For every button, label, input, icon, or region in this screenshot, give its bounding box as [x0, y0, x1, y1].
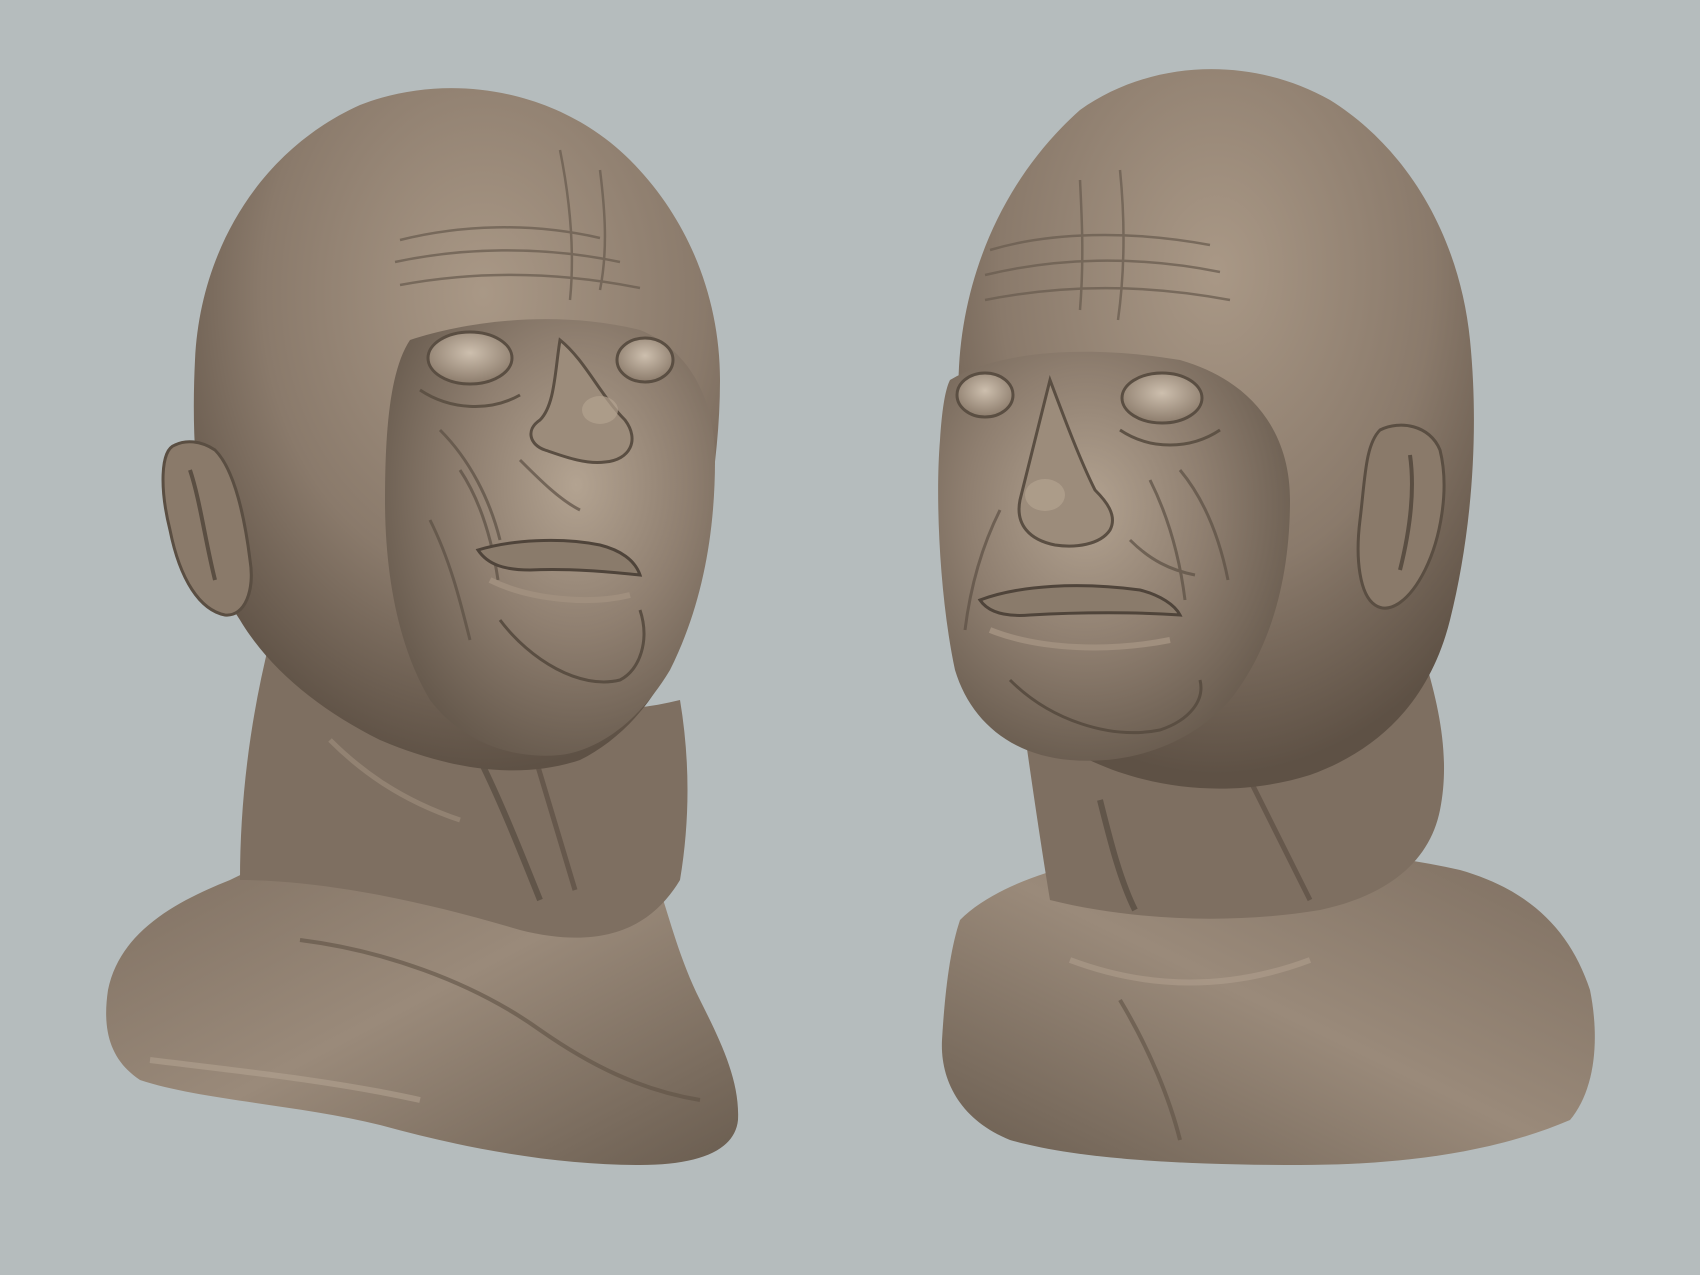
right-eye: [615, 336, 675, 384]
render-viewport: [0, 0, 1700, 1275]
clay-head-left-render: [106, 88, 739, 1165]
face-shape: [385, 319, 715, 756]
clay-head-right-render: [938, 69, 1595, 1165]
right-eye: [1120, 371, 1204, 425]
sculpt-view-left: [0, 0, 850, 1275]
sculpt-view-right: [850, 0, 1700, 1275]
nose-highlight: [1025, 479, 1065, 511]
left-eye: [426, 330, 514, 386]
nose-highlight: [582, 396, 618, 424]
left-eye: [955, 371, 1015, 419]
